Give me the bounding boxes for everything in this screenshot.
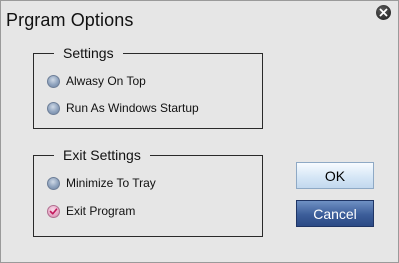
radio-always-on-top[interactable] bbox=[47, 74, 60, 88]
ok-button[interactable]: OK bbox=[296, 162, 374, 189]
option-run-at-startup[interactable]: Run As Windows Startup bbox=[47, 101, 199, 115]
option-label: Exit Program bbox=[66, 204, 136, 218]
radio-run-at-startup[interactable] bbox=[47, 101, 60, 115]
radio-exit-program[interactable] bbox=[47, 204, 60, 218]
option-label: Alwasy On Top bbox=[66, 74, 146, 88]
exit-settings-group: Exit Settings Minimize To Tray Exit Prog… bbox=[33, 147, 263, 237]
settings-group: Settings Alwasy On Top Run As Windows St… bbox=[33, 45, 263, 129]
checkmark-icon bbox=[49, 207, 58, 215]
cancel-button[interactable]: Cancel bbox=[296, 200, 374, 227]
exit-settings-legend: Exit Settings bbox=[54, 147, 150, 163]
option-label: Minimize To Tray bbox=[66, 176, 156, 190]
close-button[interactable] bbox=[376, 5, 391, 20]
close-icon bbox=[379, 8, 388, 17]
options-window: Prgram Options Settings Alwasy On Top Ru… bbox=[0, 0, 399, 263]
settings-legend: Settings bbox=[54, 45, 123, 61]
window-title: Prgram Options bbox=[6, 10, 134, 30]
option-minimize-to-tray[interactable]: Minimize To Tray bbox=[47, 176, 156, 190]
radio-minimize-to-tray[interactable] bbox=[47, 176, 60, 190]
option-always-on-top[interactable]: Alwasy On Top bbox=[47, 74, 146, 88]
option-exit-program[interactable]: Exit Program bbox=[47, 204, 135, 218]
option-label: Run As Windows Startup bbox=[66, 101, 199, 115]
